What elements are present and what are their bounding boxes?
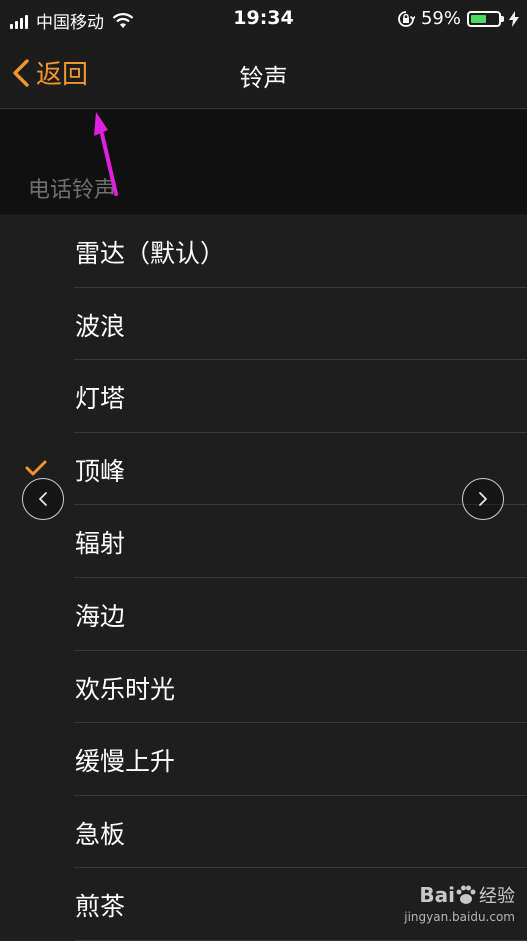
- ringtone-list: 雷达（默认） 波浪 灯塔 顶峰 辐射 海边 欢乐时光 缓慢上升 急板 煎茶: [0, 215, 527, 941]
- status-right: 59%: [397, 8, 519, 29]
- carousel-prev-button[interactable]: [22, 478, 64, 520]
- baidu-watermark: Bai 经验 jingyan.baidu.com: [404, 882, 515, 924]
- checkmark-icon: [25, 460, 47, 476]
- ringtone-label: 欢乐时光: [75, 674, 176, 704]
- list-item[interactable]: 缓慢上升: [0, 723, 527, 796]
- carousel-next-button[interactable]: [462, 478, 504, 520]
- list-item[interactable]: 波浪: [0, 288, 527, 361]
- battery-icon: [467, 10, 504, 27]
- ringtone-label: 缓慢上升: [75, 747, 176, 777]
- nav-bar: 返回 铃声: [0, 40, 527, 109]
- page-title: 铃声: [239, 64, 288, 92]
- battery-fill: [471, 14, 486, 23]
- list-item-selected[interactable]: 顶峰: [0, 433, 527, 506]
- orientation-lock-icon: [398, 10, 415, 27]
- list-item[interactable]: 辐射: [0, 505, 527, 578]
- watermark-url: jingyan.baidu.com: [404, 910, 515, 924]
- status-bar: 中国移动 19:34 59%: [0, 0, 527, 40]
- chevron-right-icon: [479, 492, 487, 506]
- ringtone-label: 海边: [75, 601, 126, 631]
- chevron-left-icon: [39, 492, 47, 506]
- list-item[interactable]: 灯塔: [0, 360, 527, 433]
- watermark-suffix: 经验: [479, 886, 515, 907]
- watermark-brand: Bai: [419, 883, 455, 907]
- charging-icon: [509, 10, 519, 27]
- ringtone-label: 顶峰: [75, 456, 126, 486]
- annotation-arrow-icon: [94, 112, 118, 196]
- list-item[interactable]: 雷达（默认）: [0, 215, 527, 288]
- battery-percent: 59%: [420, 8, 461, 29]
- paw-icon: [456, 885, 476, 904]
- list-item[interactable]: 欢乐时光: [0, 651, 527, 724]
- list-item[interactable]: 海边: [0, 578, 527, 651]
- ringtone-label: 急板: [75, 819, 126, 849]
- ringtone-label: 雷达（默认）: [75, 239, 226, 268]
- ringtone-label: 煎茶: [75, 892, 126, 922]
- ringtone-label: 波浪: [75, 311, 126, 341]
- ringtone-label: 辐射: [75, 529, 126, 559]
- list-item[interactable]: 急板: [0, 796, 527, 869]
- ringtone-label: 灯塔: [75, 384, 126, 414]
